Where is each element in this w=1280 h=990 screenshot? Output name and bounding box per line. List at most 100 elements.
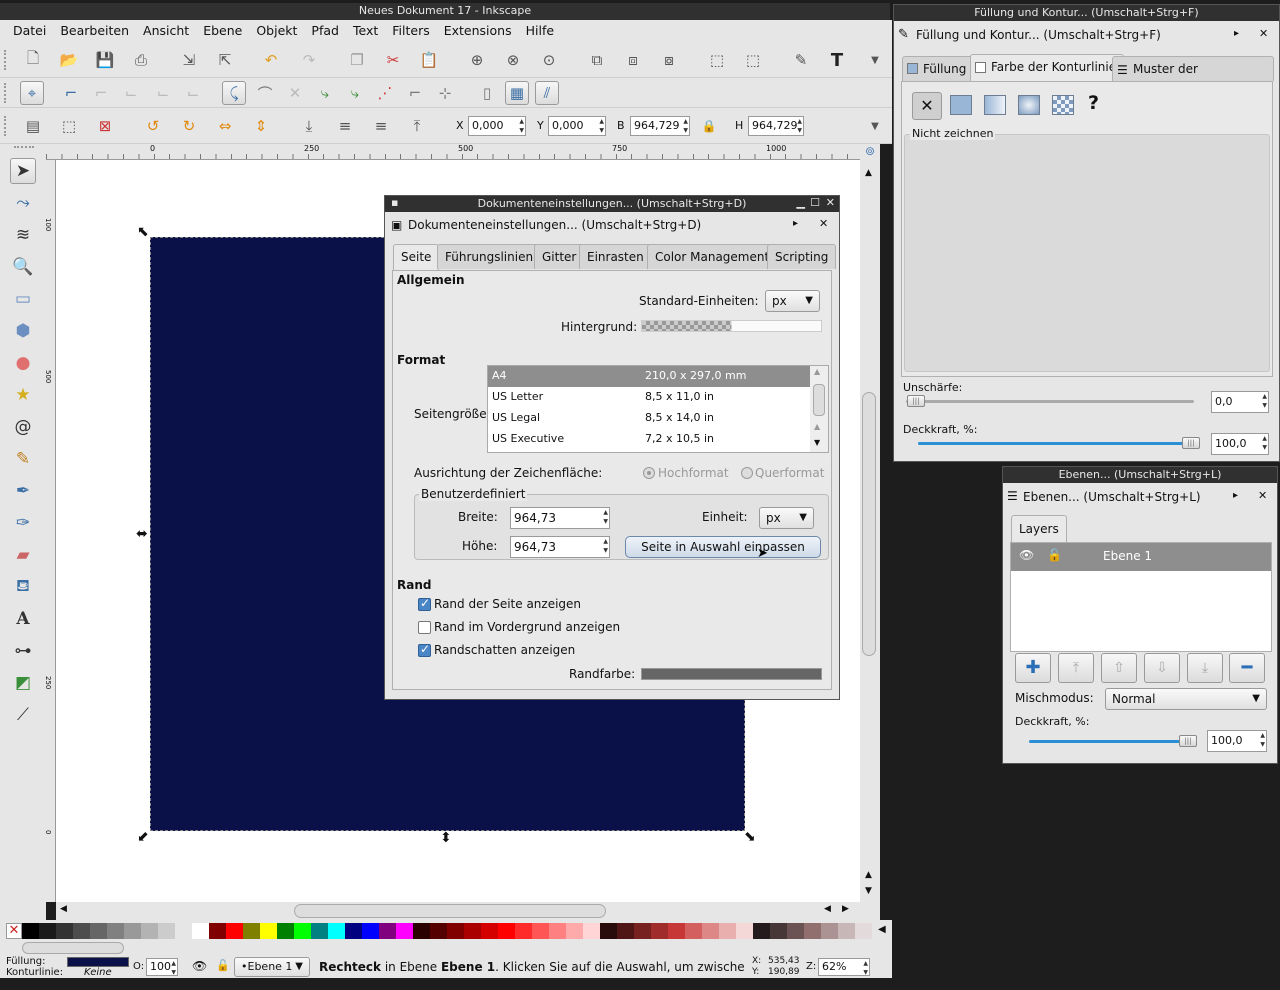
layer-name[interactable]: Ebene 1 <box>1103 549 1152 563</box>
snap-toggle-icon[interactable]: ⌖ <box>20 81 44 105</box>
group-icon[interactable]: ⬚ <box>706 49 728 71</box>
toolbar-grip[interactable] <box>4 116 10 136</box>
vertical-scrollbar[interactable]: ▲ ▲ ▼ <box>860 160 880 902</box>
scale-handle-s[interactable]: ⬍ <box>440 830 452 846</box>
color-swatch[interactable] <box>702 923 719 939</box>
spiral-tool-icon[interactable]: @ <box>10 414 36 440</box>
color-swatch[interactable] <box>617 923 634 939</box>
color-swatch[interactable] <box>685 923 702 939</box>
color-swatch[interactable] <box>379 923 396 939</box>
color-swatch[interactable] <box>124 923 141 939</box>
ellipse-tool-icon[interactable]: ● <box>10 350 36 376</box>
layer-opacity-field[interactable]: 100,0 <box>1207 730 1267 752</box>
layer-opacity-slider[interactable] <box>1029 740 1197 743</box>
scale-handle-sw[interactable]: ⬋ <box>137 829 149 845</box>
color-swatch[interactable] <box>277 923 294 939</box>
color-swatch[interactable] <box>413 923 430 939</box>
scroll-up-icon[interactable]: ▲ <box>814 367 820 376</box>
toolbar-grip[interactable] <box>4 83 10 103</box>
blur-slider[interactable] <box>906 400 1194 403</box>
close-icon[interactable]: ✕ <box>1259 27 1268 40</box>
default-units-dropdown[interactable]: px <box>765 290 820 312</box>
snap-bbox-center-icon[interactable]: ⌙ <box>182 82 204 104</box>
snap-grid-icon[interactable]: ▦ <box>505 81 529 105</box>
page-width-field[interactable]: 964,73 <box>510 507 610 529</box>
tweak-tool-icon[interactable]: ≋ <box>10 222 36 248</box>
color-swatch[interactable] <box>566 923 583 939</box>
color-swatch[interactable] <box>464 923 481 939</box>
color-swatch[interactable] <box>22 923 39 939</box>
color-swatch[interactable] <box>56 923 73 939</box>
scroll-up-icon[interactable]: ▲ <box>814 422 820 431</box>
tab-fill[interactable]: Füllung <box>902 56 975 81</box>
zoom-lock-icon[interactable]: ⊚ <box>860 144 880 160</box>
layer-lock-icon[interactable]: 🔓 <box>1047 548 1062 562</box>
color-swatch[interactable] <box>736 923 753 939</box>
landscape-radio[interactable] <box>741 467 753 479</box>
bucket-tool-icon[interactable]: ⛾ <box>10 574 36 600</box>
redo-icon[interactable]: ↷ <box>298 49 320 71</box>
remove-layer-button[interactable]: ━ <box>1229 653 1265 683</box>
lock-ratio-icon[interactable]: 🔒 <box>698 115 720 137</box>
paste-icon[interactable]: 📋 <box>418 49 440 71</box>
overflow-arrow-icon[interactable]: ▼ <box>864 49 886 71</box>
text-font-icon[interactable]: T <box>826 49 848 71</box>
lower-bottom-icon[interactable]: ⤓ <box>298 115 320 137</box>
stroke-value[interactable]: Keine <box>84 967 112 978</box>
scale-handle-w[interactable]: ⬌ <box>136 526 148 542</box>
layer-opacity-slider-knob[interactable]: ||| <box>1179 735 1197 747</box>
tab-color-management[interactable]: Color Management <box>647 244 778 269</box>
snap-bbox-edge-icon[interactable]: ⌐ <box>90 82 112 104</box>
snap-nodes-icon[interactable]: ⤹ <box>222 81 246 105</box>
fill-indicator[interactable] <box>67 957 129 967</box>
connector-tool-icon[interactable]: ⊶ <box>10 638 36 664</box>
tab-stroke-paint[interactable]: Farbe der Konturlinie <box>970 54 1125 81</box>
dropper-tool-icon[interactable]: ⟋ <box>10 702 36 728</box>
import-icon[interactable]: ⇲ <box>178 49 200 71</box>
color-swatch[interactable] <box>243 923 260 939</box>
list-item[interactable]: US Executive 7,2 x 10,5 in <box>488 429 810 450</box>
save-icon[interactable]: 💾 <box>94 49 116 71</box>
zoom-tool-icon[interactable]: 🔍 <box>10 254 36 280</box>
new-document-icon[interactable]: 🗋 <box>22 49 44 71</box>
palette-menu-icon[interactable]: ◀ <box>878 924 886 935</box>
color-swatch[interactable] <box>430 923 447 939</box>
color-swatch[interactable] <box>651 923 668 939</box>
color-swatch[interactable] <box>634 923 651 939</box>
border-on-top-checkbox[interactable] <box>418 621 431 634</box>
rotate-cw-icon[interactable]: ↻ <box>178 115 200 137</box>
color-swatch[interactable] <box>719 923 736 939</box>
select-all-layers-icon[interactable]: ⬚ <box>58 115 80 137</box>
copy-icon[interactable]: ❐ <box>346 49 368 71</box>
opacity-field[interactable]: 100 <box>146 958 178 977</box>
tab-gitter[interactable]: Gitter <box>534 244 585 269</box>
unlink-clone-icon[interactable]: ⧇ <box>658 49 680 71</box>
zoom-page-icon[interactable]: ⊙ <box>538 49 560 71</box>
scale-handle-se[interactable]: ⬊ <box>744 829 756 845</box>
color-swatch[interactable] <box>294 923 311 939</box>
3dbox-tool-icon[interactable]: ⬢ <box>10 318 36 344</box>
list-scrollbar[interactable]: ▲ ▲ ▼ <box>810 366 828 452</box>
scroll-right-icon[interactable]: ▶ <box>842 904 849 914</box>
layer-to-bottom-button[interactable]: ⤓ <box>1187 653 1223 683</box>
color-swatch[interactable] <box>209 923 226 939</box>
color-swatch[interactable] <box>362 923 379 939</box>
blend-mode-dropdown[interactable]: Normal <box>1105 688 1267 710</box>
color-swatch[interactable] <box>107 923 124 939</box>
color-swatch[interactable] <box>39 923 56 939</box>
snap-smooth-icon[interactable]: ⤷ <box>344 82 366 104</box>
layer-visibility-eye-icon[interactable]: 👁 <box>1019 548 1034 562</box>
zoom-field[interactable]: 62% <box>818 958 870 977</box>
menu-ansicht[interactable]: Ansicht <box>136 20 196 42</box>
scroll-down-icon[interactable]: ▼ <box>814 438 820 447</box>
color-swatch[interactable] <box>158 923 175 939</box>
snap-intersection-icon[interactable]: ✕ <box>284 82 306 104</box>
ungroup-icon[interactable]: ⬚ <box>742 49 764 71</box>
blur-slider-knob[interactable]: ||| <box>907 395 925 407</box>
menu-pfad[interactable]: Pfad <box>304 20 346 42</box>
panel-menu-icon[interactable]: ▸ <box>793 218 798 229</box>
snap-guide-icon[interactable]: ⫽ <box>535 81 559 105</box>
color-swatch[interactable] <box>311 923 328 939</box>
palette-scroll-thumb[interactable] <box>22 942 124 954</box>
unit-dropdown[interactable]: px <box>759 507 814 529</box>
